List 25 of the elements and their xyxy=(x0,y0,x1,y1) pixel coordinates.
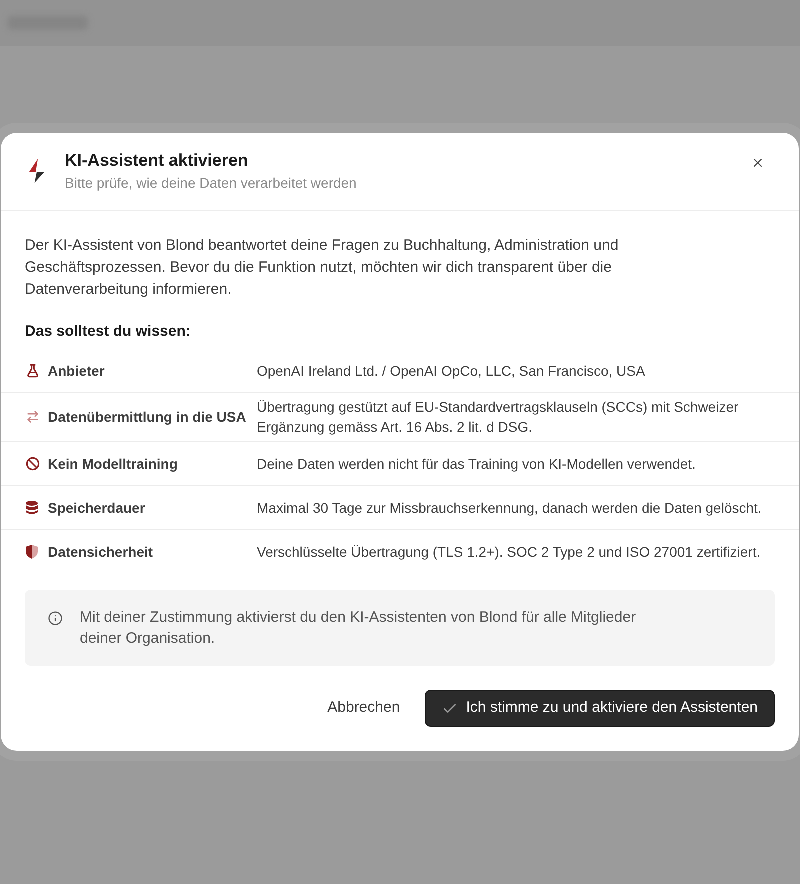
fact-label: Kein Modelltraining xyxy=(48,454,178,474)
fact-value: Maximal 30 Tage zur Missbrauchserkennung, danach werden die Daten gelöscht. xyxy=(257,498,763,518)
fact-label: Speicherdauer xyxy=(48,498,146,518)
dialog-subtitle: Bitte prüfe, wie deine Daten verarbeitet werden xyxy=(65,174,358,193)
shield-icon xyxy=(26,545,38,559)
fact-label: Datensicherheit xyxy=(48,543,154,562)
agree-activate-button[interactable]: Ich stimme zu und aktiviere den Assistenten xyxy=(425,690,775,727)
swap-arrows-icon xyxy=(26,410,40,424)
close-icon xyxy=(751,156,765,170)
fact-label: Datenübermittlung in die USA xyxy=(48,408,246,427)
fact-value: OpenAI Ireland Ltd. / OpenAI OpCo, LLC, San Francisco, USA xyxy=(257,362,646,380)
database-icon xyxy=(26,500,38,514)
section-heading: Das solltest du wissen: xyxy=(25,322,192,342)
fact-value: Deine Daten werden nicht für das Training von KI-Modellen verwendet. xyxy=(257,454,697,474)
dialog-title: KI-Assistent aktivieren xyxy=(65,150,250,172)
ban-icon xyxy=(26,456,40,470)
notice-text: Mit deiner Zustimmung aktivierst du den KI-Assistenten von Blond für alle Mitglieder deiner Organisation. xyxy=(80,608,638,649)
lightning-bolt-icon xyxy=(28,159,46,183)
intro-paragraph: Der KI-Assistent von Blond beantwortet deine Fragen zu Buchhaltung, Administration und Geschäftsprozessen. Bevor du die Funktion nutzt, möchten wir dich transparent über die Datenverarbeitung informieren. xyxy=(25,236,620,300)
flask-icon xyxy=(26,364,40,378)
info-icon xyxy=(48,611,63,626)
fact-value: Verschlüsselte Übertragung (TLS 1.2+). SOC 2 Type 2 und ISO 27001 zertifiziert. xyxy=(257,543,762,562)
fact-label: Anbieter xyxy=(48,362,105,380)
fact-value: Übertragung gestützt auf EU-Standardvertragsklauseln (SCCs) mit Schweizer Ergänzung gemäss Art. 16 Abs. 2 lit. d DSG. xyxy=(257,398,740,437)
cancel-button[interactable]: Abbrechen xyxy=(316,690,412,727)
